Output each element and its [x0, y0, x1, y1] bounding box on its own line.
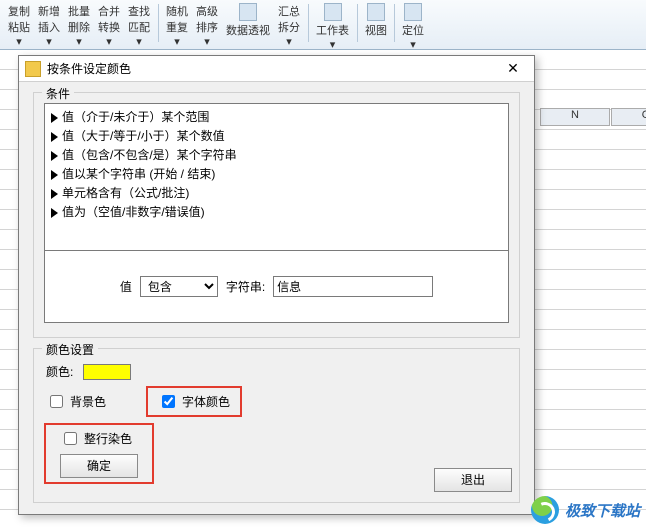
ribbon-insert[interactable]: 新增插入 ▾ — [34, 2, 64, 49]
condition-item[interactable]: 值以某个字符串 (开始 / 结束) — [51, 165, 502, 184]
dialog-icon — [25, 61, 41, 77]
condition-item[interactable]: 值（包含/不包含/是）某个字符串 — [51, 146, 502, 165]
triangle-icon — [51, 189, 58, 199]
triangle-icon — [51, 208, 58, 218]
condition-item[interactable]: 单元格含有（公式/批注) — [51, 184, 502, 203]
condition-legend: 条件 — [42, 85, 74, 102]
color-swatch[interactable] — [83, 364, 131, 380]
condition-item[interactable]: 值为（空值/非数字/错误值) — [51, 203, 502, 222]
col-header-o[interactable]: O — [611, 108, 646, 126]
close-icon[interactable]: ✕ — [498, 60, 528, 77]
font-color-checkbox-input[interactable] — [162, 395, 175, 408]
ribbon-split[interactable]: 汇总拆分 ▾ — [274, 2, 304, 49]
triangle-icon — [51, 170, 58, 180]
ribbon-view[interactable]: 视图 — [361, 2, 391, 39]
ribbon-copy-paste[interactable]: 复制粘贴 ▾ — [4, 2, 34, 49]
operator-select[interactable]: 包含 — [140, 276, 218, 297]
ribbon-match[interactable]: 查找匹配 ▾ — [124, 2, 154, 49]
value-label: 值 — [120, 278, 132, 295]
whole-row-checkbox[interactable]: 整行染色 — [60, 429, 138, 448]
highlight-font-color: 字体颜色 — [146, 386, 242, 417]
highlight-ok: 整行染色 确定 — [44, 423, 154, 484]
watermark-text: 极致下载站 — [565, 500, 640, 521]
whole-row-checkbox-input[interactable] — [64, 432, 77, 445]
color-legend: 颜色设置 — [42, 341, 98, 358]
ribbon-convert[interactable]: 合并转换 ▾ — [94, 2, 124, 49]
ribbon-locate[interactable]: 定位 ▾ — [398, 2, 428, 52]
string-label: 字符串: — [226, 278, 265, 295]
ribbon-delete[interactable]: 批量删除 ▾ — [64, 2, 94, 49]
triangle-icon — [51, 151, 58, 161]
dialog-title: 按条件设定颜色 — [47, 60, 498, 77]
ribbon-random[interactable]: 随机重复 ▾ — [162, 2, 192, 49]
condition-item[interactable]: 值（大于/等于/小于）某个数值 — [51, 127, 502, 146]
background-checkbox-input[interactable] — [50, 395, 63, 408]
ribbon-sort[interactable]: 高级排序 ▾ — [192, 2, 222, 49]
triangle-icon — [51, 132, 58, 142]
ribbon-worksheet[interactable]: 工作表 ▾ — [312, 2, 353, 52]
ok-button[interactable]: 确定 — [60, 454, 138, 478]
watermark: 极致下载站 — [531, 496, 640, 524]
ribbon-pivot[interactable]: 数据透视 — [222, 2, 274, 49]
condition-item[interactable]: 值（介于/未介于）某个范围 — [51, 108, 502, 127]
condition-fieldset: 条件 值（介于/未介于）某个范围 值（大于/等于/小于）某个数值 值（包含/不包… — [33, 92, 520, 338]
exit-button[interactable]: 退出 — [434, 468, 512, 492]
condition-detail: 值 包含 字符串: — [44, 251, 509, 323]
background-checkbox[interactable]: 背景色 — [46, 392, 106, 411]
col-header-n[interactable]: N — [540, 108, 610, 126]
color-label: 颜色: — [46, 363, 73, 380]
string-input[interactable] — [273, 276, 433, 297]
dialog-titlebar[interactable]: 按条件设定颜色 ✕ — [19, 56, 534, 82]
watermark-icon — [531, 496, 559, 524]
color-by-condition-dialog: 按条件设定颜色 ✕ 条件 值（介于/未介于）某个范围 值（大于/等于/小于）某个… — [18, 55, 535, 515]
condition-list[interactable]: 值（介于/未介于）某个范围 值（大于/等于/小于）某个数值 值（包含/不包含/是… — [44, 103, 509, 251]
ribbon: 复制粘贴 ▾ 新增插入 ▾ 批量删除 ▾ 合并转换 ▾ 查找匹配 ▾ 编辑 随机… — [0, 0, 646, 50]
font-color-checkbox[interactable]: 字体颜色 — [158, 392, 230, 411]
triangle-icon — [51, 113, 58, 123]
